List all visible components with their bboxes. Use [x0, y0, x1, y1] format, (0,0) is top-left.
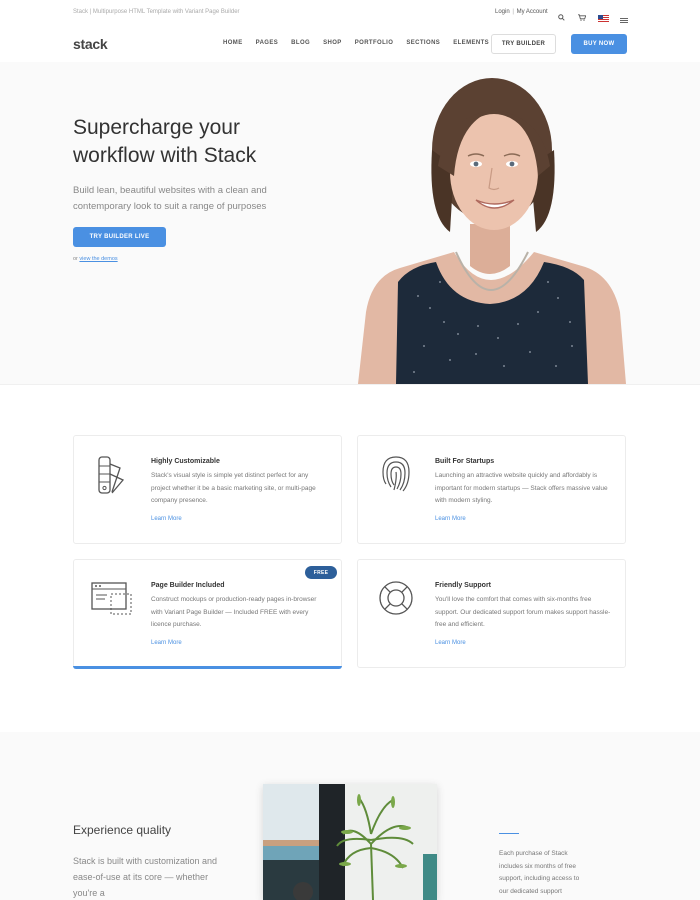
nav-item-shop[interactable]: SHOP — [323, 40, 342, 46]
learn-more-link[interactable]: Learn More — [435, 516, 466, 522]
buy-now-button[interactable]: BUY NOW — [571, 34, 627, 54]
quality-section: Experience quality Stack is built with c… — [0, 732, 700, 900]
page: Stack | Multipurpose HTML Template with … — [0, 0, 700, 900]
main-nav: stack HOME PAGES BLOG SHOP PORTFOLIO SEC… — [0, 26, 700, 62]
accent-rule — [499, 833, 519, 834]
feature-text: You'll love the comfort that comes with … — [435, 596, 611, 628]
learn-more-link[interactable]: Learn More — [151, 516, 182, 522]
nav-item-elements[interactable]: ELEMENTS — [453, 40, 489, 46]
swatch-book-icon — [96, 456, 126, 501]
demos-line: or view the demos — [73, 256, 118, 262]
quality-photo — [263, 784, 437, 900]
quality-title: Experience quality — [73, 823, 172, 837]
feature-card-customizable: Highly Customizable Stack's visual style… — [73, 435, 342, 544]
learn-more-link[interactable]: Learn More — [435, 640, 466, 646]
support-text: Each purchase of Stack includes six mont… — [499, 850, 580, 895]
feature-title: Page Builder Included — [151, 582, 225, 589]
feature-text: Stack's visual style is simple yet disti… — [151, 472, 316, 504]
site-tagline: Stack | Multipurpose HTML Template with … — [73, 9, 240, 15]
login-link[interactable]: Login — [495, 9, 510, 15]
separator: | — [510, 9, 516, 15]
hero-portrait-image — [358, 78, 626, 384]
nav-item-blog[interactable]: BLOG — [291, 40, 310, 46]
browser-window-icon — [91, 582, 133, 621]
utility-bar: Stack | Multipurpose HTML Template with … — [0, 0, 700, 26]
hero-title: Supercharge your workflow with Stack — [73, 116, 257, 167]
feature-card-startups: Built For Startups Launching an attracti… — [357, 435, 626, 544]
account-links: Login | My Account — [495, 9, 548, 15]
free-badge: FREE — [305, 566, 337, 579]
feature-text: Construct mockups or production-ready pa… — [151, 596, 317, 628]
view-demos-link[interactable]: view the demos — [79, 256, 117, 262]
hero-lead: Build lean, beautiful websites with a cl… — [73, 185, 267, 212]
us-flag-icon[interactable] — [598, 9, 609, 27]
features-section: Highly Customizable Stack's visual style… — [0, 384, 700, 732]
nav-menu: HOME PAGES BLOG SHOP PORTFOLIO SECTIONS … — [223, 40, 502, 46]
logo[interactable]: stack — [73, 36, 108, 52]
nav-item-pages[interactable]: PAGES — [256, 40, 279, 46]
learn-more-link[interactable]: Learn More — [151, 640, 182, 646]
feature-card-support: Friendly Support You'll love the comfort… — [357, 559, 626, 668]
feature-title: Built For Startups — [435, 458, 495, 465]
feature-title: Friendly Support — [435, 582, 491, 589]
card-accent-bar — [73, 666, 342, 669]
cart-icon[interactable] — [578, 8, 587, 26]
nav-item-home[interactable]: HOME — [223, 40, 243, 46]
try-builder-button[interactable]: TRY BUILDER — [491, 34, 556, 54]
try-builder-live-button[interactable]: TRY BUILDER LIVE — [73, 227, 166, 247]
my-account-link[interactable]: My Account — [517, 9, 548, 15]
quality-text: Stack is built with customization and ea… — [73, 856, 218, 898]
hero-section: Supercharge your workflow with Stack Bui… — [0, 62, 700, 384]
lifebuoy-icon — [378, 580, 414, 621]
feature-title: Highly Customizable — [151, 458, 220, 465]
demos-prefix: or — [73, 256, 78, 262]
fingerprint-icon — [380, 454, 412, 499]
search-icon[interactable] — [558, 8, 565, 26]
feature-card-page-builder: Page Builder Included Construct mockups … — [73, 559, 342, 669]
nav-item-portfolio[interactable]: PORTFOLIO — [355, 40, 394, 46]
feature-text: Launching an attractive website quickly … — [435, 472, 608, 504]
nav-item-sections[interactable]: SECTIONS — [406, 40, 440, 46]
